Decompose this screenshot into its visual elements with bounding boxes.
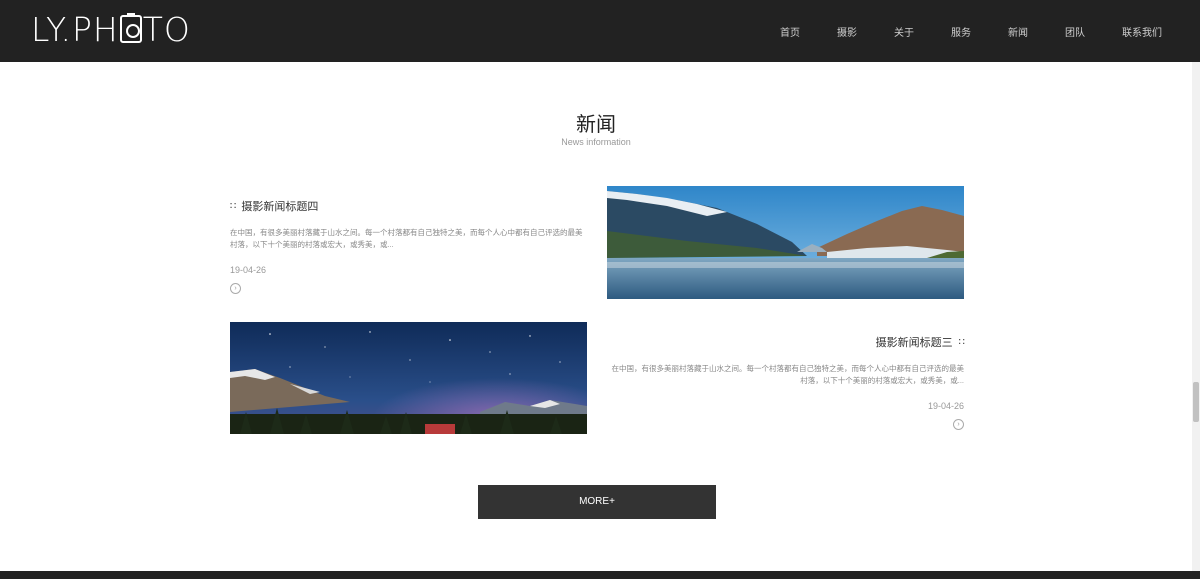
grid-dots-icon: ∷ [958, 336, 965, 348]
news-description: 在中国，有很多美丽村落藏于山水之间。每一个村落都有自己独特之美，而每个人心中都有… [230, 228, 583, 249]
lake-mountains-photo[interactable] [607, 186, 964, 299]
news-date: 19-04-26 [927, 401, 964, 411]
more-button[interactable]: MORE+ [478, 485, 716, 519]
nav-team[interactable]: 团队 [1065, 24, 1085, 39]
nav-about[interactable]: 关于 [894, 24, 914, 39]
news-title[interactable]: 摄影新闻标题三 [876, 334, 953, 350]
news-date: 19-04-26 [230, 265, 267, 275]
nav-photography[interactable]: 摄影 [837, 24, 857, 39]
scrollbar-thumb[interactable] [1193, 382, 1199, 422]
logo-text-right: TO [142, 9, 191, 49]
grid-dots-icon: ∷ [230, 200, 236, 212]
logo[interactable]: LY.PH TO [31, 9, 191, 49]
nav-news[interactable]: 新闻 [1008, 24, 1028, 39]
section-subtitle: News information [561, 137, 631, 147]
footer [0, 571, 1200, 579]
page-scrollbar[interactable] [1192, 62, 1200, 571]
logo-text-left: LY.PH [31, 9, 119, 49]
news-title-row[interactable]: ∷ 摄影新闻标题四 [230, 198, 586, 214]
arrow-right-icon[interactable]: › [953, 419, 964, 430]
arrow-right-icon[interactable]: › [230, 283, 241, 294]
night-sky-mountains-photo[interactable] [230, 322, 587, 434]
camera-icon [119, 13, 142, 43]
section-title: 新闻 [576, 114, 616, 136]
news-title[interactable]: 摄影新闻标题四 [241, 198, 318, 214]
news-item-2: 摄影新闻标题三 ∷ 在中国，有很多美丽村落藏于山水之间。每一个村落都有自己独特之… [608, 334, 965, 430]
main-nav: 首页 摄影 关于 服务 新闻 团队 联系我们 [743, 0, 1162, 62]
news-title-row[interactable]: 摄影新闻标题三 ∷ [608, 334, 965, 350]
news-item-1: ∷ 摄影新闻标题四 在中国，有很多美丽村落藏于山水之间。每一个村落都有自己独特之… [230, 198, 586, 294]
news-description: 在中国，有很多美丽村落藏于山水之间。每一个村落都有自己独特之美，而每个人心中都有… [611, 364, 965, 385]
header: LY.PH TO 首页 摄影 关于 服务 新闻 团队 联系我们 [0, 0, 1200, 62]
nav-contact[interactable]: 联系我们 [1122, 24, 1162, 39]
nav-home[interactable]: 首页 [780, 24, 800, 39]
nav-services[interactable]: 服务 [951, 24, 971, 39]
